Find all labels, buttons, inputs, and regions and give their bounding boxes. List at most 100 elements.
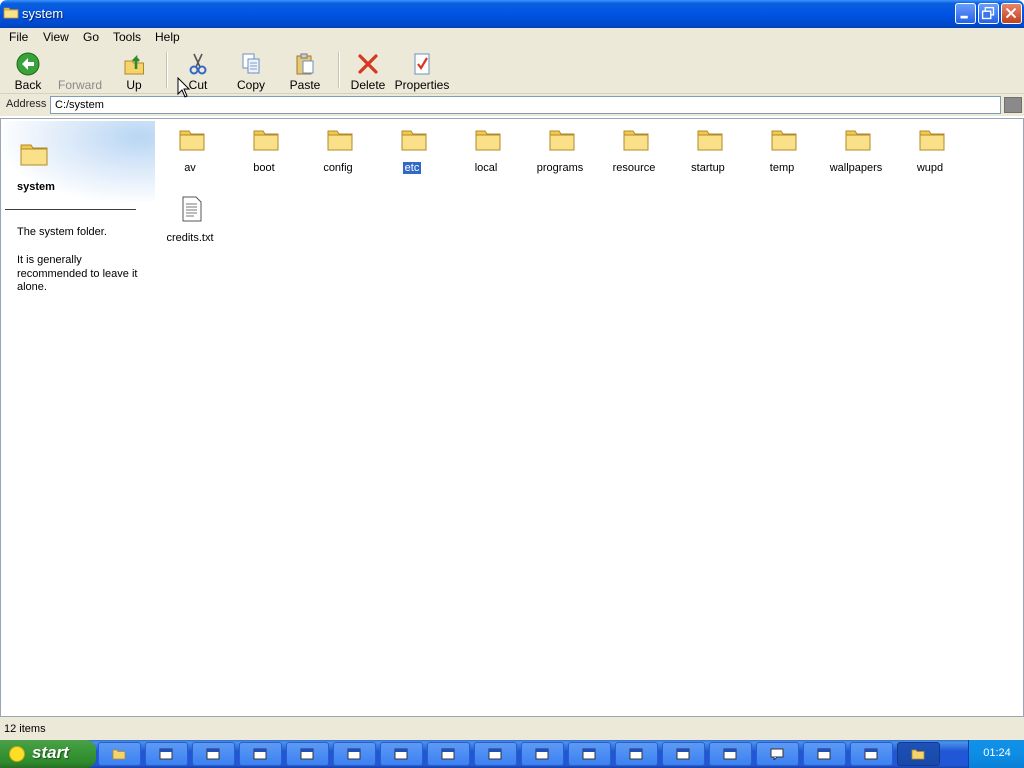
- folder-item[interactable]: startup: [671, 121, 745, 181]
- menu-tools[interactable]: Tools: [113, 30, 141, 44]
- item-label: programs: [523, 162, 597, 174]
- details-title: system: [17, 181, 55, 193]
- window-title: system: [22, 6, 64, 21]
- back-button[interactable]: Back: [0, 48, 56, 92]
- minimize-button[interactable]: [955, 3, 976, 24]
- delete-x-icon: [358, 54, 378, 74]
- window-icon: [206, 748, 220, 760]
- taskbar-window-button[interactable]: [850, 742, 893, 766]
- folder-item[interactable]: config: [301, 121, 375, 181]
- window-icon: [676, 748, 690, 760]
- delete-button[interactable]: Delete: [340, 48, 396, 92]
- taskbar: start 01:24: [0, 740, 1024, 768]
- details-divider: [5, 209, 136, 210]
- start-button[interactable]: start: [0, 740, 96, 768]
- window-icon: [441, 748, 455, 760]
- window-icon: [723, 748, 737, 760]
- paste-button[interactable]: Paste: [277, 48, 333, 92]
- taskbar-window-button[interactable]: [615, 742, 658, 766]
- toolbar: Back Forward Up Cut Copy Paste Delete Pr…: [0, 46, 1024, 94]
- taskbar-window-button[interactable]: [803, 742, 846, 766]
- taskbar-window-button[interactable]: [98, 742, 141, 766]
- taskbar-window-button[interactable]: [192, 742, 235, 766]
- taskbar-window-button[interactable]: [474, 742, 517, 766]
- scissors-icon: [189, 53, 207, 75]
- item-label: wallpapers: [819, 162, 893, 174]
- folder-item[interactable]: wupd: [893, 121, 967, 181]
- taskbar-window-button[interactable]: [521, 742, 564, 766]
- window-icon: [864, 748, 878, 760]
- item-count-text: 12 items: [4, 723, 46, 735]
- taskbar-window-button[interactable]: [145, 742, 188, 766]
- folder-icon: [475, 130, 501, 151]
- minimize-icon: [960, 15, 968, 19]
- properties-button[interactable]: Properties: [394, 48, 452, 92]
- toolbar-separator: [166, 52, 168, 88]
- forward-button[interactable]: Forward: [52, 48, 108, 92]
- folder-item[interactable]: temp: [745, 121, 819, 181]
- details-pane: system The system folder. It is generall…: [3, 121, 155, 715]
- restore-icon: [981, 6, 995, 20]
- window-icon: [582, 748, 596, 760]
- item-label: credits.txt: [153, 232, 227, 244]
- folder-icon: [401, 130, 427, 151]
- taskbar-window-button[interactable]: [709, 742, 752, 766]
- window-icon: [488, 748, 502, 760]
- address-bar: Address C:/system: [0, 94, 1024, 116]
- folder-icon: [911, 749, 925, 760]
- item-name: local: [474, 162, 498, 174]
- item-name: temp: [769, 162, 795, 174]
- taskbar-window-button[interactable]: [427, 742, 470, 766]
- folder-item[interactable]: av: [153, 121, 227, 181]
- address-field[interactable]: C:/system: [50, 96, 1001, 114]
- folder-icon: [919, 130, 945, 151]
- clock: 01:24: [983, 747, 1011, 759]
- window-icon: [817, 748, 831, 760]
- taskbar-window-button[interactable]: [333, 742, 376, 766]
- item-name: av: [184, 162, 196, 174]
- explorer-main: system The system folder. It is generall…: [0, 118, 1024, 716]
- taskbar-window-button[interactable]: [568, 742, 611, 766]
- up-button[interactable]: Up: [106, 48, 162, 92]
- properties-icon: [414, 53, 430, 75]
- folder-item[interactable]: boot: [227, 121, 301, 181]
- details-description: The system folder.: [17, 226, 107, 238]
- item-label: local: [449, 162, 523, 174]
- window-icon: [629, 748, 643, 760]
- menu-file[interactable]: File: [9, 30, 28, 44]
- smiley-icon: [9, 746, 25, 762]
- folder-icon: [253, 130, 279, 151]
- item-label: etc: [375, 161, 449, 175]
- folder-up-icon: [124, 54, 144, 75]
- taskbar-window-button[interactable]: [380, 742, 423, 766]
- window-icon: [394, 748, 408, 760]
- close-button[interactable]: [1001, 3, 1022, 24]
- folder-item[interactable]: wallpapers: [819, 121, 893, 181]
- folder-item[interactable]: local: [449, 121, 523, 181]
- taskbar-window-button[interactable]: [756, 742, 799, 766]
- taskbar-window-button[interactable]: [239, 742, 282, 766]
- maximize-button[interactable]: [978, 3, 999, 24]
- title-bar[interactable]: system: [0, 0, 1024, 28]
- item-label: boot: [227, 162, 301, 174]
- paste-icon: [296, 53, 314, 75]
- go-button[interactable]: [1004, 97, 1022, 113]
- menu-view[interactable]: View: [43, 30, 69, 44]
- copy-button[interactable]: Copy: [223, 48, 279, 92]
- folder-item[interactable]: etc: [375, 121, 449, 181]
- taskbar-window-button[interactable]: [286, 742, 329, 766]
- folder-icon: [549, 130, 575, 151]
- folder-item[interactable]: resource: [597, 121, 671, 181]
- menu-go[interactable]: Go: [83, 30, 99, 44]
- chat-icon: [770, 748, 784, 760]
- menu-help[interactable]: Help: [155, 30, 180, 44]
- window-icon: [347, 748, 361, 760]
- taskbar-window-button[interactable]: [662, 742, 705, 766]
- taskbar-window-button[interactable]: [897, 742, 940, 766]
- close-icon: [1005, 7, 1017, 19]
- folder-icon: [179, 130, 205, 151]
- window-icon: [159, 748, 173, 760]
- file-item[interactable]: credits.txt: [153, 191, 227, 251]
- item-label: wupd: [893, 162, 967, 174]
- folder-item[interactable]: programs: [523, 121, 597, 181]
